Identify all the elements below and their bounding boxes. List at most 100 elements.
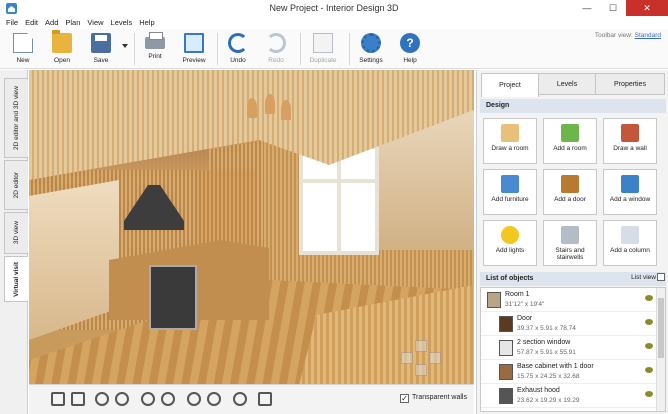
printer-icon [145, 32, 165, 49]
list-item[interactable]: Base cabinet with 1 door 15.75 x 24.25 x… [481, 360, 657, 384]
undo-label: Undo [230, 57, 246, 64]
draw-room-button[interactable]: Draw a room [483, 118, 537, 164]
redo-button[interactable]: Redo [259, 31, 293, 67]
panel-tabs: Project Levels Properties [477, 73, 667, 97]
transparent-walls-checkbox[interactable]: ✓ [400, 394, 409, 403]
menu-file[interactable]: File [6, 17, 18, 29]
list-item[interactable]: 2 section window 57.87 x 5.91 x 55.91 [481, 336, 657, 360]
maximize-button[interactable]: ☐ [600, 0, 626, 16]
menu-edit[interactable]: Edit [25, 17, 38, 29]
hand-pan-icon[interactable] [71, 392, 85, 406]
add-window-button[interactable]: Add a window [603, 169, 657, 215]
3d-viewport[interactable] [29, 70, 474, 384]
object-name: Door [517, 315, 533, 322]
view-mode-tabs: 2D editor and 3D view 2D editor 3D view … [0, 70, 28, 414]
tab-2d-editor[interactable]: 2D editor [4, 160, 28, 210]
design-button-label: Add lights [495, 247, 525, 254]
visibility-eye-icon[interactable] [645, 319, 653, 325]
toolbar-view: Toolbar view: Standard [595, 32, 661, 39]
zoom-in-icon[interactable] [115, 392, 129, 406]
tilt-up-icon[interactable] [187, 392, 201, 406]
minimize-button[interactable]: — [574, 0, 600, 16]
stairs-button[interactable]: Stairs and stairwells [543, 220, 597, 266]
tab-properties[interactable]: Properties [595, 73, 665, 95]
rotate-360-icon[interactable] [51, 392, 65, 406]
rotate-left-icon[interactable] [141, 392, 155, 406]
list-item[interactable]: Room 1 31'12" x 19'4" [481, 288, 657, 312]
chair-icon [501, 175, 519, 193]
add-room-button[interactable]: Add a room [543, 118, 597, 164]
nav-up-icon[interactable] [415, 340, 427, 352]
pendant-lamp[interactable] [265, 94, 275, 114]
scrollbar-thumb[interactable] [658, 298, 664, 358]
print-button[interactable]: Print [138, 31, 172, 67]
help-icon: ? [400, 33, 420, 53]
design-button-label: Add a window [609, 196, 651, 203]
draw-wall-button[interactable]: Draw a wall [603, 118, 657, 164]
menu-plan[interactable]: Plan [65, 17, 80, 29]
design-button-label: Add furniture [491, 196, 529, 203]
design-button-label: Draw a wall [613, 145, 647, 152]
window-model[interactable] [299, 145, 379, 255]
object-dimensions: 57.87 x 5.91 x 55.91 [517, 349, 576, 356]
design-button-label: Add a door [554, 196, 586, 203]
tab-3d-view[interactable]: 3D view [4, 212, 28, 254]
gear-icon [361, 33, 381, 53]
light-bulb-icon[interactable] [233, 392, 247, 406]
open-button[interactable]: Open [45, 30, 79, 67]
main-toolbar: New Open Save Print Preview Undo Redo Du… [0, 29, 668, 69]
zoom-out-icon[interactable] [95, 392, 109, 406]
visibility-eye-icon[interactable] [645, 295, 653, 301]
add-column-button[interactable]: Add a column [603, 220, 657, 266]
nav-left-icon[interactable] [401, 352, 413, 364]
tab-2d-editor-and-3d-view[interactable]: 2D editor and 3D view [4, 78, 28, 158]
menu-help[interactable]: Help [139, 17, 154, 29]
add-furniture-button[interactable]: Add furniture [483, 169, 537, 215]
rotate-right-icon[interactable] [161, 392, 175, 406]
close-button[interactable]: ✕ [626, 0, 668, 16]
new-button[interactable]: New [6, 31, 40, 67]
visibility-eye-icon[interactable] [645, 343, 653, 349]
duplicate-icon [313, 33, 333, 53]
tab-levels[interactable]: Levels [538, 73, 596, 95]
home-icon[interactable] [258, 392, 272, 406]
pendant-lamp[interactable] [247, 98, 257, 118]
add-lights-button[interactable]: Add lights [483, 220, 537, 266]
tilt-down-icon[interactable] [207, 392, 221, 406]
nav-down-icon[interactable] [415, 364, 427, 376]
tab-project[interactable]: Project [481, 73, 539, 97]
save-dropdown-icon[interactable] [122, 44, 128, 48]
visibility-eye-icon[interactable] [645, 391, 653, 397]
list-item[interactable]: Door 39.37 x 5.91 x 78.74 [481, 312, 657, 336]
preview-button[interactable]: Preview [177, 31, 211, 67]
list-item[interactable]: Exhaust hood 23.62 x 19.29 x 19.29 [481, 384, 657, 408]
object-list-scrollbar[interactable] [656, 288, 665, 411]
oven[interactable] [149, 265, 197, 330]
navigation-pad[interactable] [401, 340, 441, 376]
menu-bar: File Edit Add Plan View Levels Help [0, 17, 668, 29]
object-dimensions: 39.37 x 5.91 x 78.74 [517, 325, 576, 332]
new-document-icon [13, 33, 33, 53]
undo-button[interactable]: Undo [221, 31, 255, 67]
save-button[interactable]: Save [84, 31, 118, 67]
menu-view[interactable]: View [87, 17, 103, 29]
toolbar-view-link[interactable]: Standard [635, 32, 661, 39]
hood-icon [499, 388, 513, 404]
tab-virtual-visit[interactable]: Virtual visit [4, 256, 28, 302]
list-view-icon[interactable] [657, 273, 665, 281]
settings-button[interactable]: Settings [354, 31, 388, 67]
add-door-button[interactable]: Add a door [543, 169, 597, 215]
list-view-link[interactable]: List view [631, 274, 656, 281]
pendant-lamp[interactable] [281, 100, 291, 120]
nav-right-icon[interactable] [429, 352, 441, 364]
help-button[interactable]: ? Help [393, 31, 427, 67]
toolbar-divider [349, 33, 350, 65]
tab-label: 2D editor [13, 171, 20, 199]
title-bar: New Project - Interior Design 3D — ☐ ✕ [0, 0, 668, 17]
menu-add[interactable]: Add [45, 17, 58, 29]
window-icon [499, 340, 513, 356]
transparent-walls-label: Transparent walls [412, 394, 467, 401]
visibility-eye-icon[interactable] [645, 367, 653, 373]
menu-levels[interactable]: Levels [111, 17, 133, 29]
duplicate-button[interactable]: Duplicate [306, 31, 340, 67]
